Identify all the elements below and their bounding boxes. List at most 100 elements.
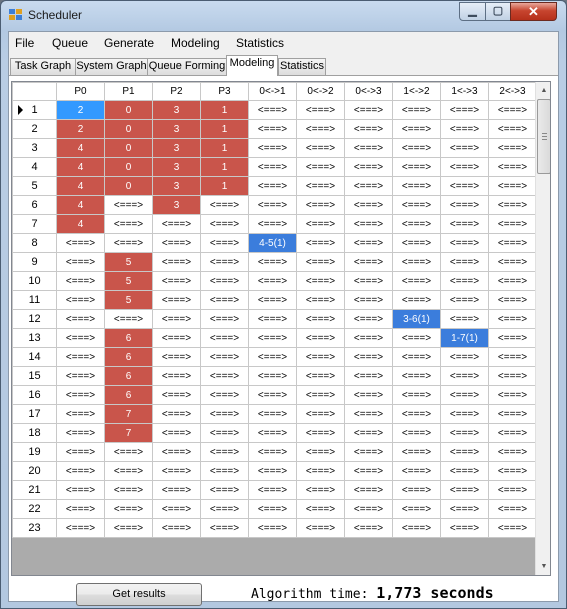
task-cell[interactable]: 4 — [56, 138, 105, 158]
row-header[interactable]: 8 — [12, 233, 57, 253]
idle-cell[interactable]: <===> — [152, 309, 201, 329]
idle-cell[interactable]: <===> — [440, 480, 489, 500]
idle-cell[interactable]: <===> — [296, 404, 345, 424]
idle-cell[interactable]: <===> — [440, 252, 489, 272]
minimize-button[interactable]: ▁ — [459, 2, 486, 21]
idle-cell[interactable]: <===> — [296, 366, 345, 386]
idle-cell[interactable]: <===> — [488, 518, 537, 538]
idle-cell[interactable]: <===> — [152, 271, 201, 291]
task-cell[interactable]: 4 — [56, 157, 105, 177]
table-row[interactable]: 14 <===> 6 <===> <===> <===> <===> <===> <===> <=… — [12, 347, 537, 367]
schedule-grid[interactable]: P0 P1 P2 P3 0<->1 0<->2 0<->3 1<->2 1<->3 2<->3 1… — [11, 81, 551, 576]
row-header[interactable]: 5 — [12, 176, 57, 196]
table-row[interactable]: 7 4 <===> <===> <===> <===> <===> <===> <===> <==… — [12, 214, 537, 234]
scroll-down-icon[interactable]: ▼ — [536, 558, 550, 575]
idle-cell[interactable]: <===> — [344, 404, 393, 424]
idle-cell[interactable]: <===> — [392, 252, 441, 272]
idle-cell[interactable]: <===> — [152, 404, 201, 424]
idle-cell[interactable]: <===> — [152, 385, 201, 405]
task-cell[interactable]: 3 — [152, 176, 201, 196]
idle-cell[interactable]: <===> — [344, 290, 393, 310]
idle-cell[interactable]: <===> — [248, 157, 297, 177]
idle-cell[interactable]: <===> — [104, 233, 153, 253]
idle-cell[interactable]: <===> — [296, 328, 345, 348]
idle-cell[interactable]: <===> — [200, 290, 249, 310]
table-row[interactable]: 23 <===> <===> <===> <===> <===> <===> <===> <==… — [12, 518, 537, 538]
idle-cell[interactable]: <===> — [344, 499, 393, 519]
idle-cell[interactable]: <===> — [56, 252, 105, 272]
column-header[interactable]: P1 — [104, 82, 153, 101]
table-row[interactable]: 11 <===> 5 <===> <===> <===> <===> <===> <===> <=… — [12, 290, 537, 310]
row-header[interactable]: 2 — [12, 119, 57, 139]
idle-cell[interactable]: <===> — [488, 214, 537, 234]
idle-cell[interactable]: <===> — [344, 176, 393, 196]
idle-cell[interactable]: <===> — [200, 214, 249, 234]
idle-cell[interactable]: <===> — [344, 461, 393, 481]
idle-cell[interactable]: <===> — [344, 157, 393, 177]
idle-cell[interactable]: <===> — [56, 309, 105, 329]
idle-cell[interactable]: <===> — [248, 100, 297, 120]
idle-cell[interactable]: <===> — [344, 442, 393, 462]
table-row[interactable]: 22 <===> <===> <===> <===> <===> <===> <===> <==… — [12, 499, 537, 519]
task-cell[interactable]: 3 — [152, 138, 201, 158]
idle-cell[interactable]: <===> — [488, 233, 537, 253]
task-cell[interactable]: 7 — [104, 423, 153, 443]
idle-cell[interactable]: <===> — [488, 385, 537, 405]
idle-cell[interactable]: <===> — [56, 233, 105, 253]
idle-cell[interactable]: <===> — [296, 195, 345, 215]
idle-cell[interactable]: <===> — [296, 176, 345, 196]
tab-queue-forming[interactable]: Queue Forming — [147, 58, 227, 75]
table-row[interactable]: 19 <===> <===> <===> <===> <===> <===> <===> <==… — [12, 442, 537, 462]
idle-cell[interactable]: <===> — [152, 442, 201, 462]
idle-cell[interactable]: <===> — [392, 328, 441, 348]
idle-cell[interactable]: <===> — [248, 252, 297, 272]
transfer-cell[interactable]: 4-5(1) — [248, 233, 297, 253]
idle-cell[interactable]: <===> — [488, 100, 537, 120]
task-cell[interactable]: 5 — [104, 252, 153, 272]
idle-cell[interactable]: <===> — [392, 176, 441, 196]
idle-cell[interactable]: <===> — [296, 290, 345, 310]
idle-cell[interactable]: <===> — [248, 214, 297, 234]
task-cell[interactable]: 0 — [104, 119, 153, 139]
column-header[interactable]: P3 — [200, 82, 249, 101]
column-header[interactable]: 0<->1 — [248, 82, 297, 101]
menu-queue[interactable]: Queue — [52, 36, 88, 50]
table-row[interactable]: 16 <===> 6 <===> <===> <===> <===> <===> <===> <=… — [12, 385, 537, 405]
task-cell[interactable]: 6 — [104, 347, 153, 367]
task-cell[interactable]: 3 — [152, 195, 201, 215]
idle-cell[interactable]: <===> — [392, 385, 441, 405]
idle-cell[interactable]: <===> — [392, 138, 441, 158]
task-cell[interactable]: 1 — [200, 119, 249, 139]
idle-cell[interactable]: <===> — [488, 366, 537, 386]
idle-cell[interactable]: <===> — [440, 309, 489, 329]
column-header[interactable]: P2 — [152, 82, 201, 101]
table-row[interactable]: 9 <===> 5 <===> <===> <===> <===> <===> <===> <==… — [12, 252, 537, 272]
column-header[interactable]: 1<->2 — [392, 82, 441, 101]
transfer-cell[interactable]: 3-6(1) — [392, 309, 441, 329]
idle-cell[interactable]: <===> — [296, 423, 345, 443]
idle-cell[interactable]: <===> — [344, 195, 393, 215]
table-row[interactable]: 15 <===> 6 <===> <===> <===> <===> <===> <===> <=… — [12, 366, 537, 386]
idle-cell[interactable]: <===> — [488, 404, 537, 424]
column-header[interactable]: 2<->3 — [488, 82, 537, 101]
idle-cell[interactable]: <===> — [248, 290, 297, 310]
idle-cell[interactable]: <===> — [296, 442, 345, 462]
idle-cell[interactable]: <===> — [344, 100, 393, 120]
task-cell[interactable]: 6 — [104, 385, 153, 405]
task-cell[interactable]: 2 — [56, 119, 105, 139]
idle-cell[interactable]: <===> — [200, 271, 249, 291]
idle-cell[interactable]: <===> — [392, 233, 441, 253]
idle-cell[interactable]: <===> — [152, 252, 201, 272]
idle-cell[interactable]: <===> — [152, 423, 201, 443]
idle-cell[interactable]: <===> — [296, 233, 345, 253]
transfer-cell[interactable]: 1-7(1) — [440, 328, 489, 348]
idle-cell[interactable]: <===> — [56, 385, 105, 405]
table-row[interactable]: 21 <===> <===> <===> <===> <===> <===> <===> <==… — [12, 480, 537, 500]
idle-cell[interactable]: <===> — [200, 347, 249, 367]
idle-cell[interactable]: <===> — [392, 461, 441, 481]
task-cell[interactable]: 5 — [104, 290, 153, 310]
idle-cell[interactable]: <===> — [104, 309, 153, 329]
row-header[interactable]: 17 — [12, 404, 57, 424]
table-row[interactable]: 8 <===> <===> <===> <===> 4-5(1) <===> <===> <==… — [12, 233, 537, 253]
idle-cell[interactable]: <===> — [392, 290, 441, 310]
